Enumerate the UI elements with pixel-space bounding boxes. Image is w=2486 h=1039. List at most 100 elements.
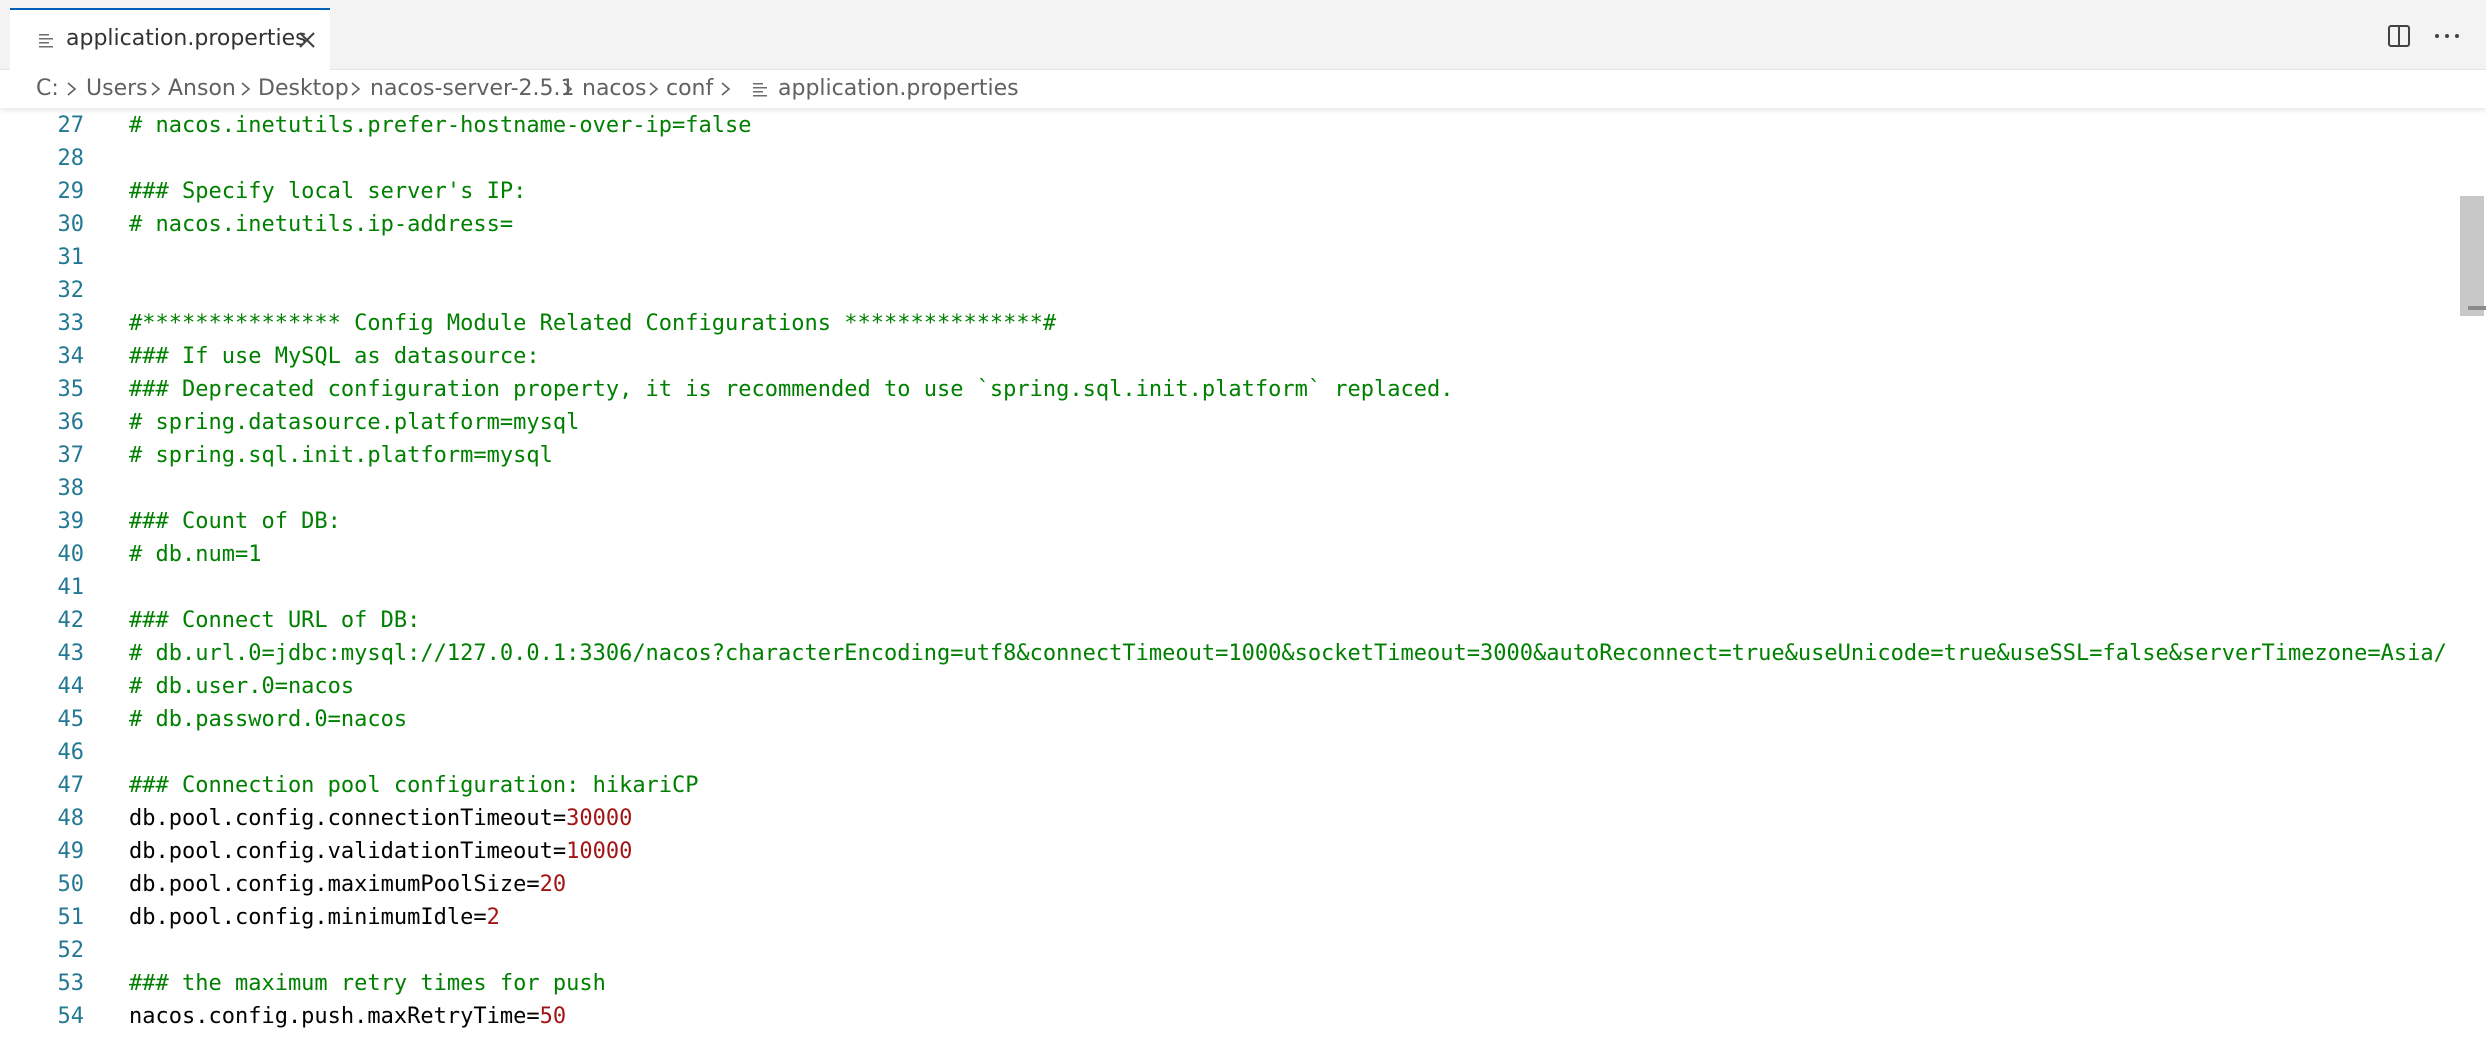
comment-token: ### the maximum retry times for push: [129, 971, 606, 996]
line-number: 33: [57, 311, 85, 336]
code-line[interactable]: 28: [0, 142, 2486, 175]
split-editor-icon[interactable]: [2386, 23, 2412, 49]
code-line[interactable]: 43 # db.url.0=jdbc:mysql://127.0.0.1:3306…: [0, 637, 2486, 670]
line-number: 37: [57, 443, 85, 468]
chevron-right-icon: [151, 82, 161, 96]
code-line[interactable]: 51 db.pool.config.minimumIdle=2: [0, 901, 2486, 934]
line-code: ### Connection pool configuration: hikar…: [129, 769, 699, 802]
chevron-right-icon: [721, 82, 731, 96]
line-code: ### Deprecated configuration property, i…: [129, 373, 1454, 406]
code-line[interactable]: 31: [0, 241, 2486, 274]
comment-token: ### Specify local server's IP:: [129, 179, 527, 204]
code-line[interactable]: 35 ### Deprecated configuration property,…: [0, 373, 2486, 406]
line-number: 30: [57, 212, 85, 237]
chevron-right-icon: [351, 82, 361, 96]
more-actions-icon[interactable]: [2432, 23, 2462, 49]
line-code: #*************** Config Module Related C…: [129, 307, 1056, 340]
line-number: 29: [57, 179, 85, 204]
code-line[interactable]: 38: [0, 472, 2486, 505]
vertical-scrollbar[interactable]: [2460, 108, 2486, 1039]
breadcrumb-item-conf[interactable]: conf: [666, 74, 713, 104]
line-number: 39: [57, 509, 85, 534]
line-code: ### If use MySQL as datasource:: [129, 340, 540, 373]
code-editor[interactable]: 27 # nacos.inetutils.prefer-hostname-over…: [0, 108, 2486, 1039]
key-token: db.pool.config.minimumIdle=: [129, 905, 487, 930]
comment-token: ### Connection pool configuration: hikar…: [129, 773, 699, 798]
chevron-right-icon: [241, 82, 251, 96]
code-line[interactable]: 29 ### Specify local server's IP:: [0, 175, 2486, 208]
line-number: 46: [57, 740, 85, 765]
key-token: nacos.config.push.maxRetryTime=: [129, 1004, 540, 1029]
close-icon[interactable]: [294, 27, 320, 53]
line-number: 52: [57, 938, 85, 963]
code-line[interactable]: 41: [0, 571, 2486, 604]
scrollbar-thumb[interactable]: [2460, 196, 2484, 316]
line-number: 51: [57, 905, 85, 930]
tab-application-properties[interactable]: application.properties: [10, 8, 330, 70]
code-line[interactable]: 45 # db.password.0=nacos: [0, 703, 2486, 736]
chevron-right-icon: [649, 82, 659, 96]
code-line[interactable]: 34 ### If use MySQL as datasource:: [0, 340, 2486, 373]
line-number: 42: [57, 608, 85, 633]
line-code: # db.num=1: [129, 538, 261, 571]
code-line[interactable]: 36 # spring.datasource.platform=mysql: [0, 406, 2486, 439]
line-code: # spring.datasource.platform=mysql: [129, 406, 579, 439]
code-line[interactable]: 52: [0, 934, 2486, 967]
comment-token: # nacos.inetutils.prefer-hostname-over-i…: [129, 113, 752, 138]
line-code: ### Specify local server's IP:: [129, 175, 526, 208]
code-line[interactable]: 48 db.pool.config.connectionTimeout=30000: [0, 802, 2486, 835]
line-number: 54: [57, 1004, 85, 1029]
line-code: # spring.sql.init.platform=mysql: [129, 439, 553, 472]
line-number: 41: [57, 575, 85, 600]
breadcrumb-item-desktop[interactable]: Desktop: [258, 74, 349, 104]
key-token: db.pool.config.connectionTimeout=: [129, 806, 567, 831]
code-line[interactable]: 53 ### the maximum retry times for push: [0, 967, 2486, 1000]
breadcrumb-item-drive[interactable]: C:: [36, 74, 59, 104]
code-line[interactable]: 54 nacos.config.push.maxRetryTime=50: [0, 1000, 2486, 1033]
number-token: 30000: [566, 806, 633, 831]
breadcrumb-item-users[interactable]: Users: [86, 74, 148, 104]
number-token: 2: [486, 905, 500, 930]
code-line[interactable]: 44 # db.user.0=nacos: [0, 670, 2486, 703]
code-line[interactable]: 37 # spring.sql.init.platform=mysql: [0, 439, 2486, 472]
code-line[interactable]: 42 ### Connect URL of DB:: [0, 604, 2486, 637]
comment-token: # db.num=1: [129, 542, 262, 567]
comment-token: # nacos.inetutils.ip-address=: [129, 212, 514, 237]
line-code: # nacos.inetutils.prefer-hostname-over-i…: [129, 109, 752, 142]
comment-token: # db.password.0=nacos: [129, 707, 408, 732]
line-code: # db.user.0=nacos: [129, 670, 354, 703]
code-line[interactable]: 40 # db.num=1: [0, 538, 2486, 571]
number-token: 10000: [566, 839, 633, 864]
number-token: 20: [539, 872, 567, 897]
line-number: 49: [57, 839, 85, 864]
breadcrumb-item-anson[interactable]: Anson: [168, 74, 236, 104]
line-code: ### the maximum retry times for push: [129, 967, 606, 1000]
code-line[interactable]: 33 #*************** Config Module Related…: [0, 307, 2486, 340]
line-code: # nacos.inetutils.ip-address=: [129, 208, 513, 241]
code-line[interactable]: 30 # nacos.inetutils.ip-address=: [0, 208, 2486, 241]
line-number: 32: [57, 278, 85, 303]
breadcrumb-item-nacos-server[interactable]: nacos-server-2.5.1: [370, 74, 575, 104]
line-number: 36: [57, 410, 85, 435]
chevron-right-icon: [67, 82, 77, 96]
code-line[interactable]: 49 db.pool.config.validationTimeout=10000: [0, 835, 2486, 868]
code-line[interactable]: 27 # nacos.inetutils.prefer-hostname-over…: [0, 109, 2486, 142]
line-number: 47: [57, 773, 85, 798]
tab-label: application.properties: [66, 26, 307, 51]
scrollbar-cursor-marker: [2468, 306, 2486, 310]
comment-token: ### Connect URL of DB:: [129, 608, 421, 633]
breadcrumb-item-file[interactable]: application.properties: [778, 74, 1019, 104]
breadcrumb: C: Users Anson Desktop nacos-server-2.5.…: [0, 70, 2486, 108]
code-line[interactable]: 50 db.pool.config.maximumPoolSize=20: [0, 868, 2486, 901]
code-line[interactable]: 47 ### Connection pool configuration: hik…: [0, 769, 2486, 802]
breadcrumb-item-nacos[interactable]: nacos: [582, 74, 646, 104]
code-line[interactable]: 46: [0, 736, 2486, 769]
tab-bar: application.properties: [0, 0, 2486, 70]
line-number: 50: [57, 872, 85, 897]
line-number: 44: [57, 674, 85, 699]
line-code: # db.url.0=jdbc:mysql://127.0.0.1:3306/n…: [129, 637, 2447, 670]
code-line[interactable]: 32: [0, 274, 2486, 307]
line-code: ### Connect URL of DB:: [129, 604, 420, 637]
code-line[interactable]: 39 ### Count of DB:: [0, 505, 2486, 538]
line-code: db.pool.config.minimumIdle=2: [129, 901, 500, 934]
